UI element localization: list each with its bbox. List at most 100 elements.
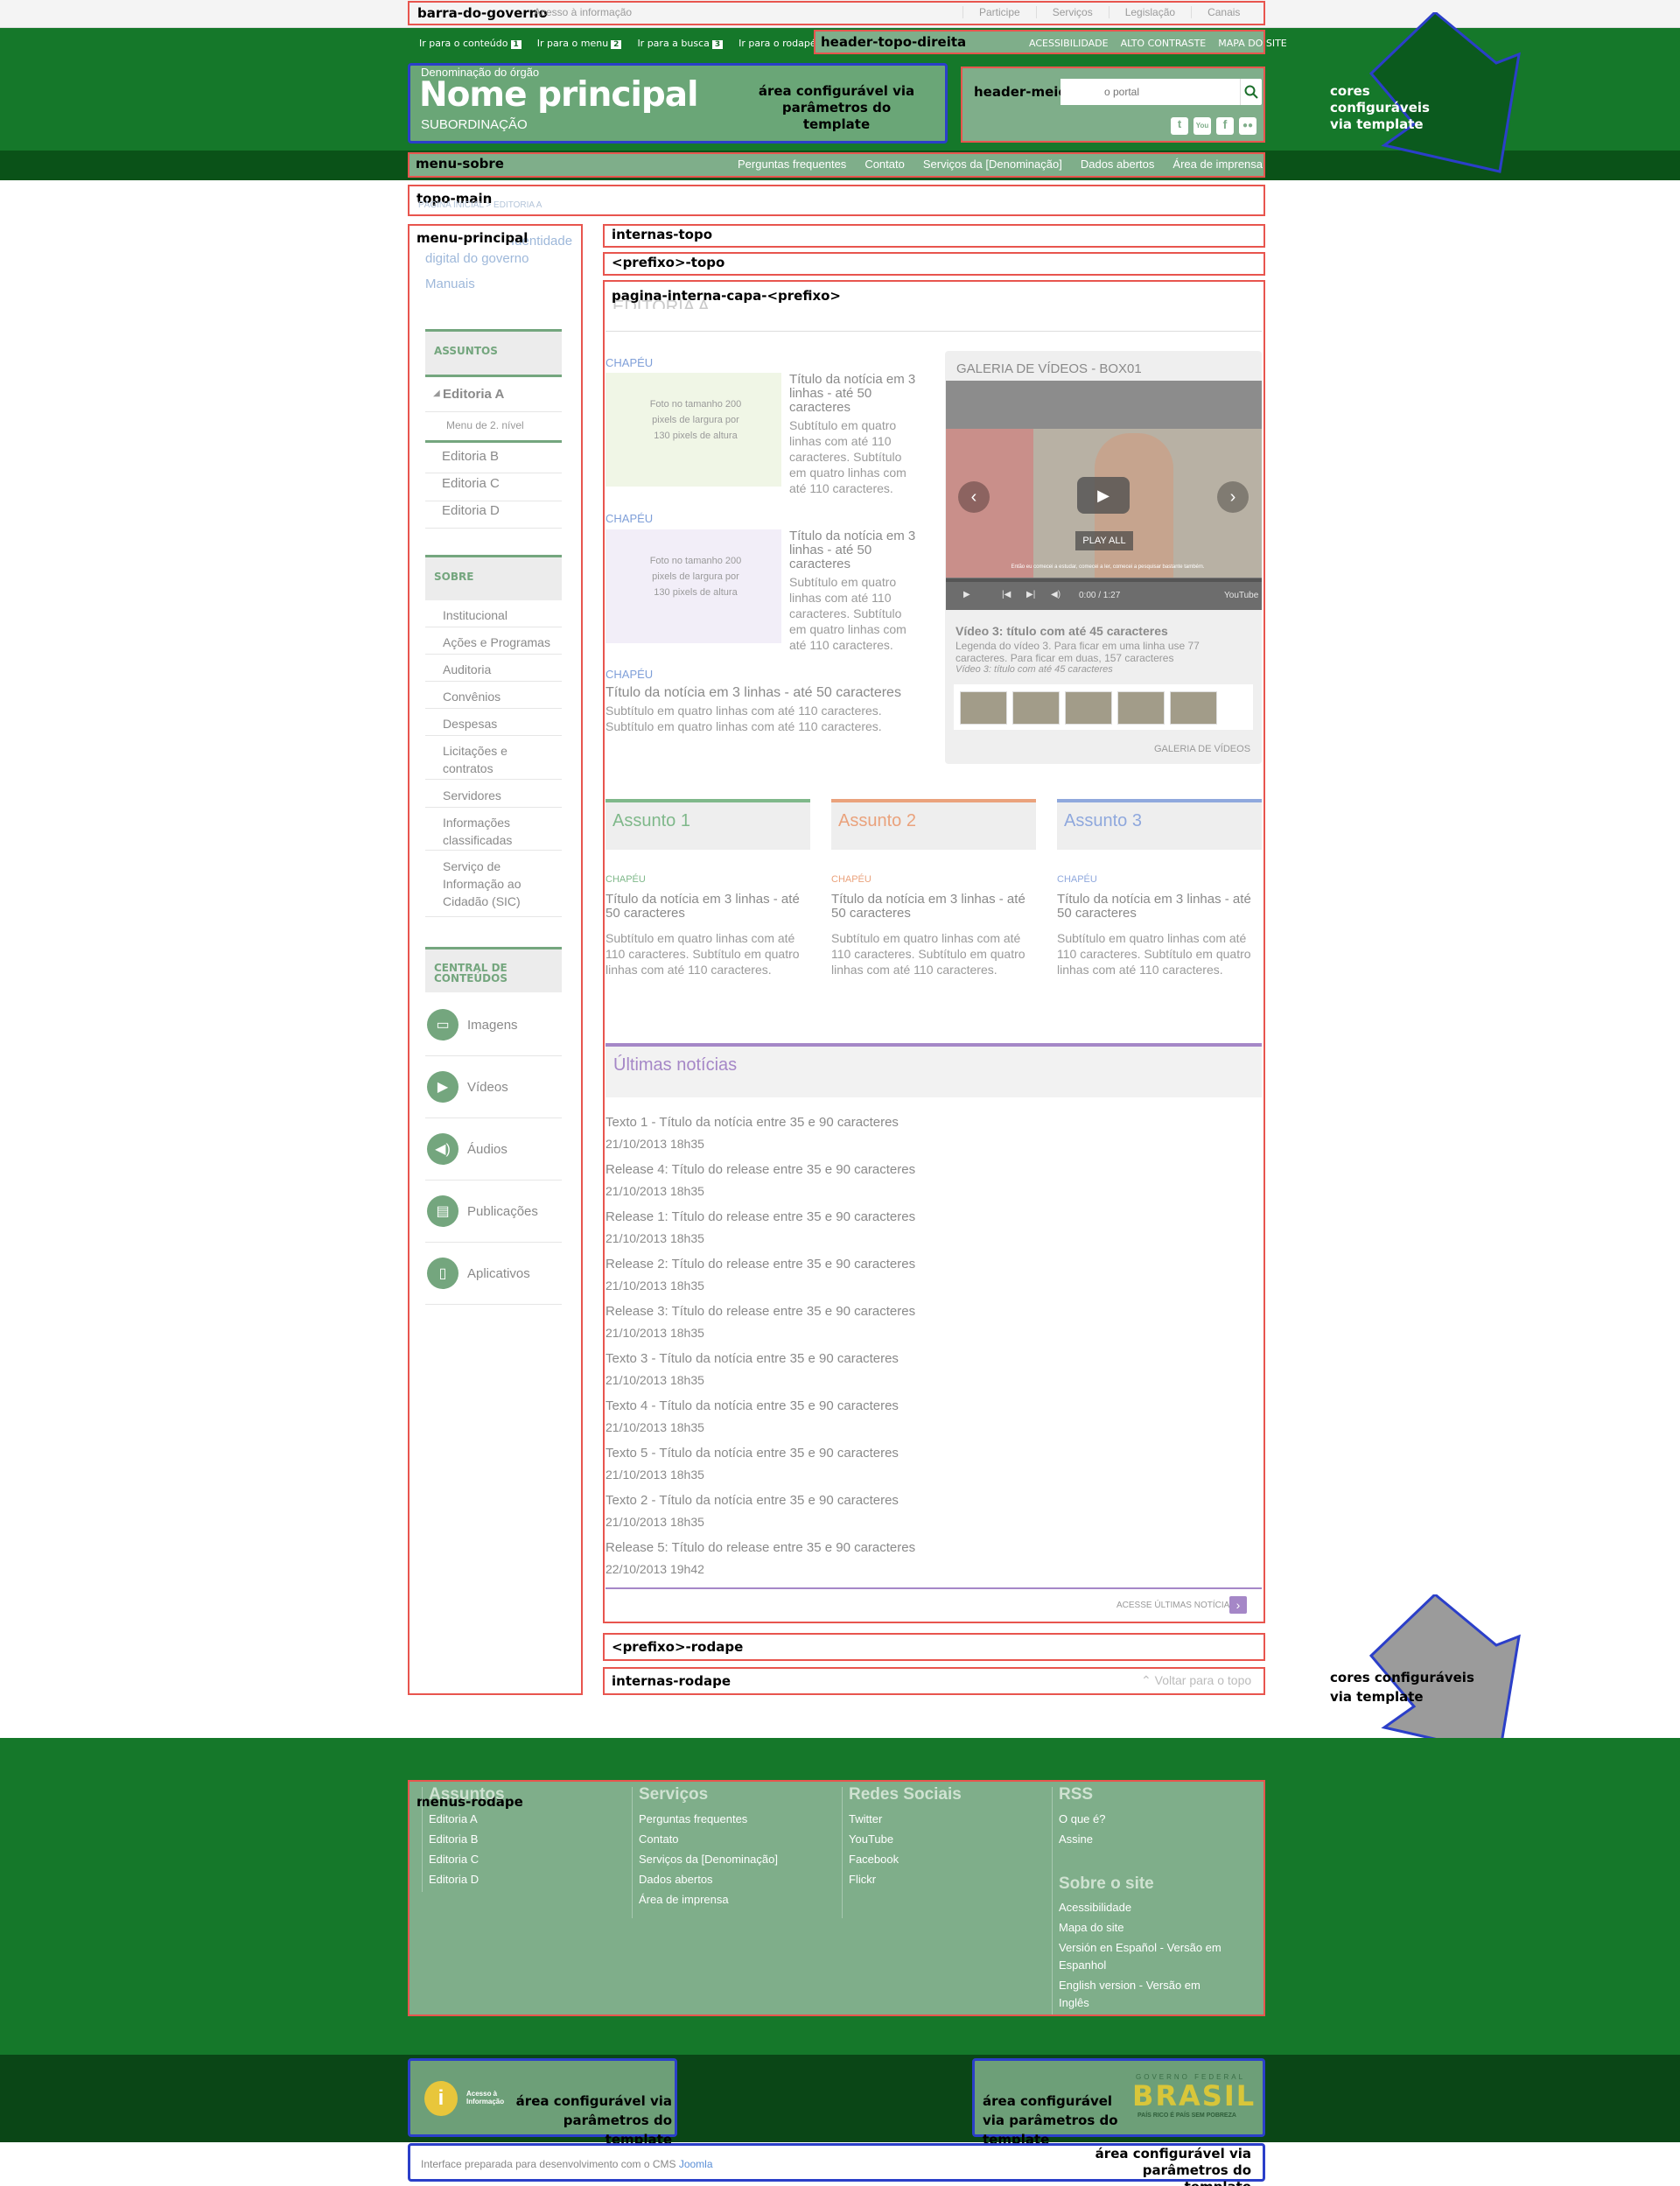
footer-link[interactable]: Twitter: [849, 1809, 882, 1829]
skip-to-search-link[interactable]: Ir para a busca 3: [637, 38, 724, 49]
sobre-item[interactable]: Servidores: [443, 787, 556, 804]
servicos-denominacao-link[interactable]: Serviços da [Denominação]: [923, 158, 1062, 171]
footer-link[interactable]: Facebook: [849, 1849, 899, 1869]
prev-arrow-icon[interactable]: ‹: [958, 481, 990, 513]
ultima-noticia-title[interactable]: Release 4: Título do release entre 35 e …: [606, 1160, 915, 1180]
flickr-icon[interactable]: ●●: [1239, 117, 1256, 135]
destaque-3-title[interactable]: Título da notícia em 3 linhas - até 50 c…: [606, 686, 956, 700]
ultima-noticia-title[interactable]: Release 3: Título do release entre 35 e …: [606, 1302, 915, 1321]
footer-link[interactable]: Flickr: [849, 1869, 876, 1889]
skip-to-content-link[interactable]: Ir para o conteúdo 1: [419, 38, 522, 49]
ultima-noticia-title[interactable]: Texto 1 - Título da notícia entre 35 e 9…: [606, 1113, 899, 1132]
footer-link[interactable]: Editoria B: [429, 1829, 478, 1849]
legislacao-link[interactable]: Legislação: [1108, 6, 1191, 18]
perguntas-frequentes-link[interactable]: Perguntas frequentes: [738, 158, 846, 171]
menu-2-nivel[interactable]: Menu de 2. nível: [446, 419, 524, 431]
alto-contraste-link[interactable]: ALTO CONTRASTE: [1121, 38, 1207, 49]
menu-editoria-d[interactable]: Editoria D: [442, 503, 500, 518]
ultima-noticia-title[interactable]: Release 1: Título do release entre 35 e …: [606, 1208, 915, 1227]
mapa-site-link[interactable]: MAPA DO SITE: [1218, 38, 1287, 49]
ultima-noticia-title[interactable]: Texto 2 - Título da notícia entre 35 e 9…: [606, 1491, 899, 1510]
sobre-item[interactable]: Licitações e contratos: [443, 742, 556, 777]
voltar-topo-link[interactable]: ⌃ Voltar para o topo: [1141, 1673, 1251, 1688]
acesso-informacao-logo-icon[interactable]: i: [424, 2081, 458, 2116]
skip-back-icon[interactable]: |◀: [1002, 590, 1011, 599]
assunto-box[interactable]: Assunto 2: [831, 799, 1036, 850]
footer-link[interactable]: Editoria A: [429, 1809, 478, 1829]
sobre-item[interactable]: Institucional: [443, 606, 556, 624]
central-item-label[interactable]: Vídeos: [467, 1080, 508, 1095]
assunto-title[interactable]: Assunto 2: [831, 802, 1036, 840]
ultima-noticia-title[interactable]: Release 2: Título do release entre 35 e …: [606, 1255, 915, 1274]
central-item-label[interactable]: Publicações: [467, 1204, 538, 1219]
youtube-logo-icon[interactable]: YouTube: [1224, 591, 1258, 600]
document-icon[interactable]: ▤: [427, 1195, 458, 1227]
play-icon[interactable]: ▶: [427, 1071, 458, 1103]
galeria-videos-link[interactable]: GALERIA DE VÍDEOS: [1154, 744, 1250, 754]
play-icon-control[interactable]: ▶: [963, 590, 970, 599]
breadcrumb[interactable]: PÁGINA INICIAL > EDITORIA A: [418, 200, 542, 210]
acessibilidade-link[interactable]: ACESSIBILIDADE: [1029, 38, 1109, 49]
footer-link[interactable]: Editoria D: [429, 1869, 479, 1889]
chevron-right-icon[interactable]: ›: [1229, 1596, 1247, 1614]
sobre-item[interactable]: Serviço de Informação ao Cidadão (SIC): [443, 858, 556, 910]
assunto-title[interactable]: Assunto 1: [606, 802, 810, 840]
area-imprensa-link[interactable]: Área de imprensa: [1172, 158, 1263, 171]
footer-link[interactable]: Perguntas frequentes: [639, 1809, 747, 1829]
sobre-item[interactable]: Despesas: [443, 715, 556, 732]
search-icon[interactable]: [1240, 79, 1262, 105]
destaque-1-title[interactable]: Título da notícia em 3 linhas - até 50 c…: [789, 373, 925, 415]
video-thumbnail[interactable]: [960, 691, 1007, 725]
menu-item-manuais[interactable]: Manuais: [425, 277, 475, 291]
assunto-title[interactable]: Assunto 3: [1057, 802, 1262, 840]
facebook-icon[interactable]: f: [1216, 117, 1234, 135]
volume-icon[interactable]: ◀): [1051, 590, 1060, 599]
servicos-link[interactable]: Serviços: [1035, 6, 1109, 18]
joomla-link[interactable]: Joomla: [679, 2158, 713, 2170]
footer-link[interactable]: Mapa do site: [1059, 1919, 1234, 1937]
menu-editoria-c[interactable]: Editoria C: [442, 476, 500, 491]
twitter-icon[interactable]: t: [1171, 117, 1188, 135]
sobre-item[interactable]: Convênios: [443, 688, 556, 705]
acesse-ultimas-noticias-link[interactable]: ACESSE ÚLTIMAS NOTÍCIAS: [1116, 1601, 1236, 1610]
video-thumbnail[interactable]: [1170, 691, 1217, 725]
play-all-button[interactable]: PLAY ALL: [1075, 531, 1133, 550]
image-icon[interactable]: ▭: [427, 1009, 458, 1040]
menu-editoria-a[interactable]: Editoria A: [443, 387, 504, 402]
nome-principal[interactable]: Nome principal: [419, 75, 698, 115]
canais-link[interactable]: Canais: [1191, 6, 1256, 18]
search-input[interactable]: [1060, 79, 1240, 105]
footer-link[interactable]: Serviços da [Denominação]: [639, 1849, 778, 1869]
footer-link[interactable]: Assine: [1059, 1829, 1093, 1849]
play-button-icon[interactable]: ▶: [1077, 477, 1130, 514]
dados-abertos-link[interactable]: Dados abertos: [1081, 158, 1155, 171]
acesso-informacao-link[interactable]: Acesso à informação: [534, 6, 632, 18]
video-thumbnail[interactable]: [1065, 691, 1112, 725]
menu-editoria-b[interactable]: Editoria B: [442, 449, 499, 464]
footer-link[interactable]: Versión en Español - Versão em Espanhol: [1059, 1939, 1234, 1974]
video-player[interactable]: ‹ › ▶ PLAY ALL Então eu comecei a estuda…: [946, 381, 1262, 610]
destaque-2-title[interactable]: Título da notícia em 3 linhas - até 50 c…: [789, 529, 925, 571]
assunto-box[interactable]: Assunto 1: [606, 799, 810, 850]
next-arrow-icon[interactable]: ›: [1217, 481, 1249, 513]
footer-link[interactable]: O que é?: [1059, 1809, 1106, 1829]
video-thumbnail[interactable]: [1117, 691, 1165, 725]
assunto-news-title[interactable]: Título da notícia em 3 linhas - até 50 c…: [606, 893, 807, 921]
mobile-icon[interactable]: ▯: [427, 1258, 458, 1289]
skip-forward-icon[interactable]: ▶|: [1026, 590, 1035, 599]
central-item-label[interactable]: Aplicativos: [467, 1266, 530, 1281]
sobre-item[interactable]: Informações classificadas: [443, 814, 556, 849]
sobre-item[interactable]: Ações e Programas: [443, 634, 556, 651]
ultima-noticia-title[interactable]: Texto 3 - Título da notícia entre 35 e 9…: [606, 1349, 899, 1369]
participe-link[interactable]: Participe: [962, 6, 1036, 18]
footer-link[interactable]: Contato: [639, 1829, 679, 1849]
central-item-label[interactable]: Áudios: [467, 1142, 508, 1157]
footer-link[interactable]: Editoria C: [429, 1849, 479, 1869]
skip-to-menu-link[interactable]: Ir para o menu 2: [537, 38, 622, 49]
audio-icon[interactable]: ◀): [427, 1133, 458, 1165]
assunto-box[interactable]: Assunto 3: [1057, 799, 1262, 850]
ultima-noticia-title[interactable]: Release 5: Título do release entre 35 e …: [606, 1538, 915, 1558]
video-thumbnail[interactable]: [1012, 691, 1060, 725]
ultima-noticia-title[interactable]: Texto 4 - Título da notícia entre 35 e 9…: [606, 1397, 899, 1416]
central-item-label[interactable]: Imagens: [467, 1018, 518, 1033]
